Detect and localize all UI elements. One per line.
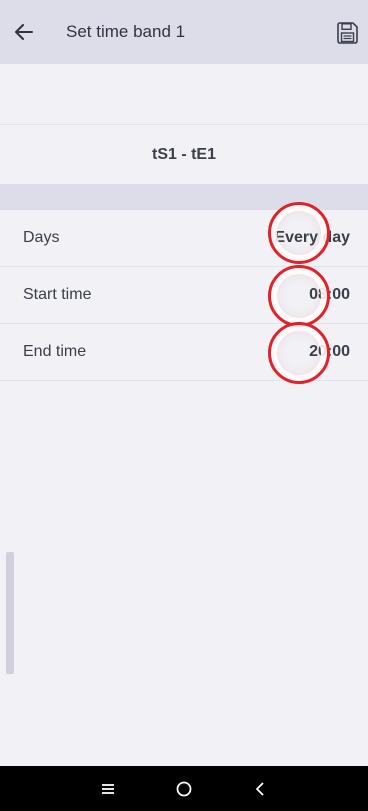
recent-apps-button[interactable] [88,769,128,809]
end-time-row[interactable]: End time 20:00 [0,324,368,381]
back-chevron-icon [256,781,264,796]
system-nav-bar [0,766,368,811]
menu-icon [102,783,114,794]
app-bar: Set time band 1 [0,0,368,64]
home-button[interactable] [164,769,204,809]
time-band-name: tS1 - tE1 [151,145,216,163]
time-band-header: tS1 - tE1 [0,124,368,184]
home-icon [176,781,192,796]
edge-panel-handle[interactable] [6,552,14,674]
save-button[interactable] [334,20,360,46]
end-time-value[interactable]: 20:00 [309,343,350,361]
start-time-label: Start time [23,286,92,303]
page-title: Set time band 1 [66,22,186,41]
days-label: Days [23,229,60,246]
section-divider [0,184,368,210]
days-value[interactable]: Every day [274,229,350,247]
start-time-value[interactable]: 08:00 [309,286,350,304]
days-row[interactable]: Days Every day [0,210,368,267]
arrow-left-icon [15,24,33,40]
start-time-row[interactable]: Start time 08:00 [0,267,368,324]
back-button[interactable] [0,0,54,64]
system-back-button[interactable] [240,769,280,809]
end-time-label: End time [23,343,87,360]
floppy-disk-icon [337,22,358,44]
